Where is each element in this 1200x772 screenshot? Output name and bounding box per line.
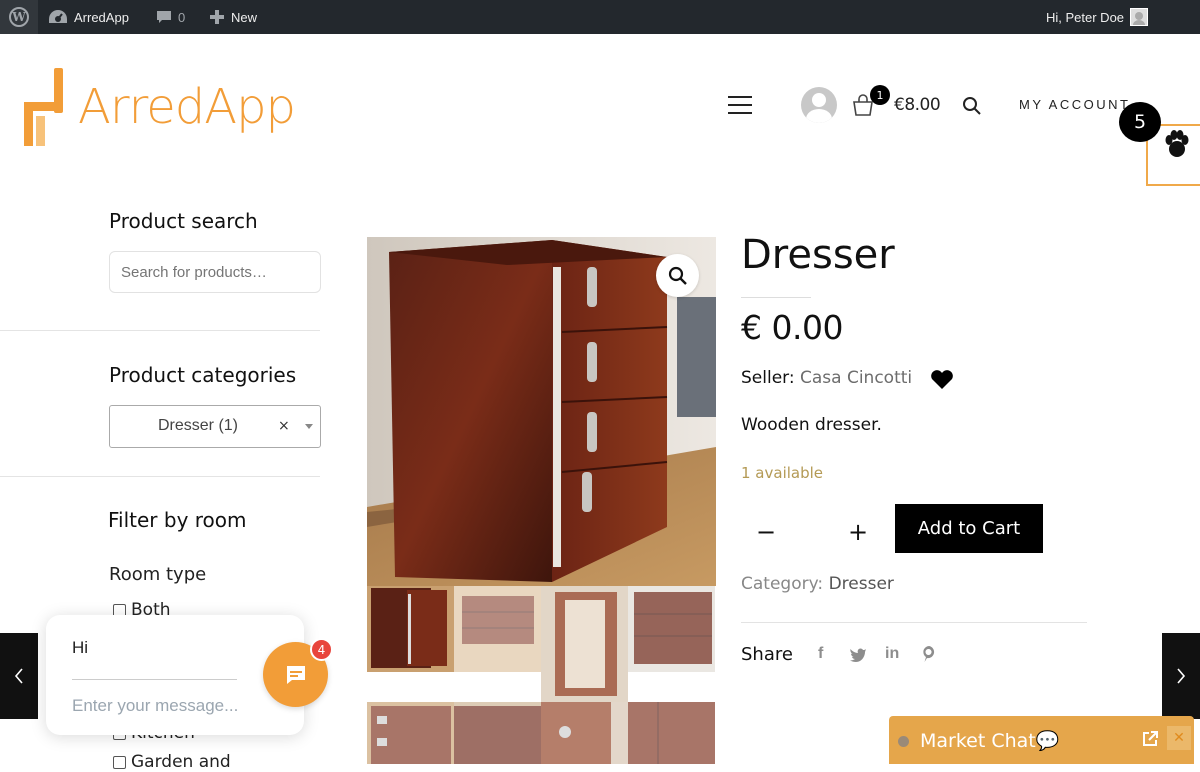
share-label: Share [741, 644, 793, 665]
user-account-menu[interactable]: Hi, Peter Doe [1046, 0, 1149, 34]
site-name-link[interactable]: ArredApp [48, 0, 129, 34]
add-to-cart-button[interactable]: Add to Cart [895, 504, 1043, 553]
status-dot [898, 736, 909, 747]
chat-greeting: Hi [72, 638, 89, 657]
product-thumbnail[interactable] [454, 586, 541, 672]
clear-selection-icon[interactable]: × [278, 418, 290, 434]
wordpress-logo-button[interactable]: W [0, 0, 38, 34]
heart-icon[interactable] [930, 370, 954, 390]
chevron-right-icon [1177, 668, 1186, 684]
product-description: Wooden dresser. [741, 415, 882, 435]
chat-message-input[interactable]: Enter your message... [72, 696, 238, 716]
sidebar-divider [0, 476, 320, 477]
admin-avatar [1130, 8, 1149, 26]
user-avatar[interactable] [801, 87, 837, 123]
close-icon[interactable]: ✕ [1167, 726, 1191, 750]
product-categories-heading: Product categories [109, 363, 297, 387]
chat-icon [286, 665, 305, 684]
admin-bar: W ArredApp 0 New Hi, Peter Doe [0, 0, 1200, 34]
popout-icon[interactable] [1142, 731, 1158, 747]
previous-product-button[interactable] [0, 633, 38, 719]
cart-count-badge: 1 [870, 85, 890, 105]
market-chat-title: Market Chat💬 [920, 730, 1060, 752]
product-thumbnail[interactable] [454, 702, 541, 764]
filter-by-room-heading: Filter by room [108, 508, 247, 532]
quantity-increase-button[interactable]: + [848, 518, 868, 546]
category-link[interactable]: Dresser [829, 574, 894, 594]
category-label: Category: [741, 574, 824, 594]
product-thumbnail[interactable] [628, 702, 715, 764]
next-product-button[interactable] [1162, 633, 1200, 719]
chevron-left-icon [14, 668, 23, 684]
sidebar-divider [0, 330, 320, 331]
product-thumbnail[interactable] [541, 586, 628, 702]
product-thumbnail[interactable] [541, 702, 628, 764]
product-category: Category: Dresser [741, 574, 894, 594]
paw-icon [1165, 130, 1189, 157]
notification-badge: 5 [1119, 102, 1161, 142]
plus-icon [210, 10, 224, 24]
title-divider [741, 297, 811, 298]
linkedin-icon[interactable]: in [885, 645, 899, 663]
product-price: € 0.00 [741, 308, 843, 347]
product-title: Dresser [741, 232, 895, 278]
zoom-button[interactable] [656, 254, 699, 297]
site-name: ArredApp [74, 9, 129, 25]
pinterest-icon[interactable] [922, 645, 936, 663]
wordpress-icon: W [9, 7, 29, 27]
chat-unread-badge: 4 [310, 638, 333, 661]
category-select[interactable]: Dresser (1) × [109, 405, 321, 448]
logo-mark [24, 68, 66, 146]
dashboard-icon [49, 10, 67, 23]
product-thumbnail[interactable] [367, 586, 454, 672]
magnifier-icon [668, 266, 687, 285]
logo-text: ArredApp [78, 79, 296, 135]
room-type-label: Room type [109, 564, 207, 585]
seller-name-link[interactable]: Casa Cincotti [800, 368, 912, 388]
product-search-heading: Product search [109, 209, 258, 233]
twitter-icon[interactable] [849, 647, 867, 662]
category-selected-value: Dresser (1) [158, 417, 239, 434]
stock-status: 1 available [741, 464, 824, 482]
search-icon[interactable] [962, 96, 982, 116]
menu-icon[interactable] [728, 96, 752, 114]
product-thumbnail[interactable] [367, 702, 454, 764]
room-checkbox-garden[interactable] [113, 756, 126, 769]
dropdown-arrow-icon [305, 424, 313, 429]
comments-link[interactable]: 0 [156, 0, 185, 34]
share-divider [741, 622, 1087, 623]
cart-total[interactable]: €8.00 [894, 95, 941, 115]
site-logo[interactable]: ArredApp [24, 68, 296, 146]
facebook-icon[interactable]: f [818, 645, 823, 663]
product-thumbnail[interactable] [628, 586, 715, 672]
quantity-decrease-button[interactable]: − [756, 518, 776, 546]
new-label: New [231, 9, 258, 25]
new-content-link[interactable]: New [209, 0, 257, 34]
my-account-link[interactable]: MY ACCOUNT [1019, 97, 1130, 112]
seller-label: Seller: [741, 368, 795, 388]
comments-count: 0 [178, 9, 186, 25]
seller-info: Seller: Casa Cincotti [741, 368, 912, 388]
chat-divider [72, 679, 237, 680]
product-search-input[interactable] [109, 251, 321, 293]
comment-icon [157, 11, 171, 23]
greeting: Hi, Peter Doe [1046, 9, 1125, 25]
room-option-label: Garden and [131, 752, 231, 772]
